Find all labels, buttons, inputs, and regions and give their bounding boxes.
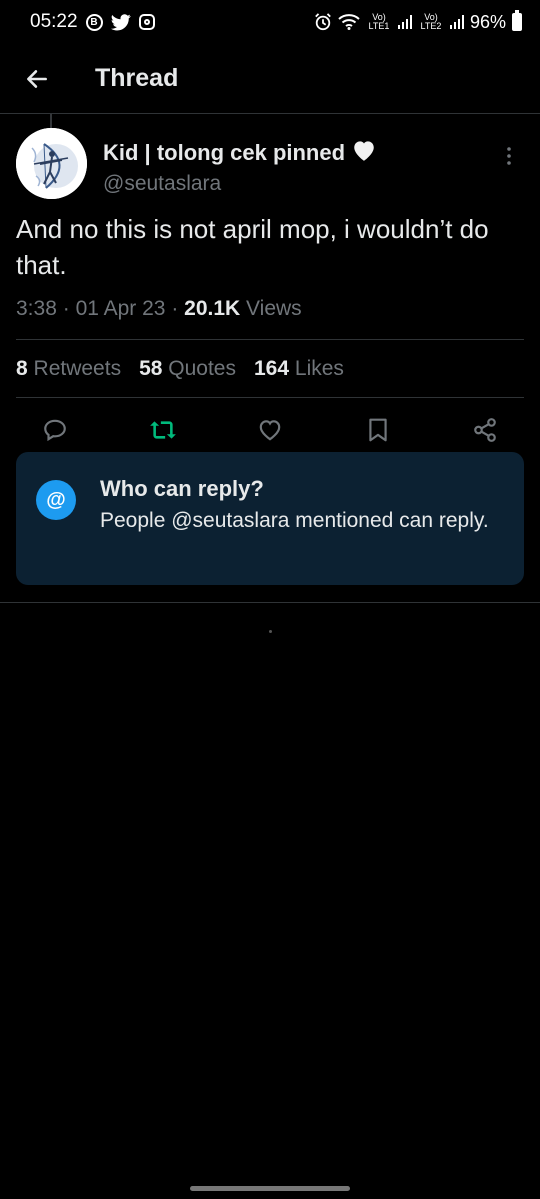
status-time: 05:22	[30, 11, 78, 32]
more-options-button[interactable]	[494, 136, 524, 176]
who-can-reply-card: @ Who can reply? People @seutaslara ment…	[16, 452, 524, 585]
avatar[interactable]	[16, 128, 87, 199]
reply-card-body: People @seutaslara mentioned can reply.	[100, 509, 489, 532]
back-button[interactable]	[17, 59, 57, 99]
lte2-label: Vo) LTE2	[420, 12, 442, 31]
quotes-count: 58	[139, 356, 163, 380]
retweets-count: 8	[16, 356, 28, 380]
bookmark-icon	[368, 418, 387, 442]
white-heart-icon	[351, 138, 377, 168]
page-title: Thread	[95, 64, 179, 92]
battery-percent: 96%	[469, 11, 506, 32]
retweet-icon	[149, 421, 176, 439]
author-display-name[interactable]: Kid | tolong cek pinned	[103, 138, 494, 168]
divider	[0, 602, 540, 603]
like-icon	[259, 420, 281, 441]
share-button[interactable]	[468, 413, 502, 447]
tweet-metadata: 3:38 · 01 Apr 23 · 20.1K Views	[16, 297, 524, 340]
tweet-text: And no this is not april mop, i wouldn’t…	[16, 214, 489, 280]
retweets-stat[interactable]: 8 Retweets	[16, 357, 121, 381]
alarm-icon	[314, 13, 332, 31]
reply-card-title: Who can reply?	[100, 476, 264, 501]
likes-stat[interactable]: 164 Likes	[254, 357, 344, 381]
wifi-icon	[338, 14, 360, 30]
vertical-dots-icon	[507, 147, 511, 165]
quotes-label: Quotes	[168, 356, 236, 380]
reply-button[interactable]	[38, 413, 72, 447]
loading-dot	[269, 630, 272, 633]
tweet-date[interactable]: 01 Apr 23	[76, 297, 166, 320]
battery-icon	[512, 10, 522, 31]
tweet-time[interactable]: 3:38	[16, 297, 57, 320]
signal-2-icon	[449, 15, 464, 29]
meta-separator: ·	[171, 297, 179, 320]
archer-avatar-image	[16, 128, 87, 199]
author-name-text: Kid | tolong cek pinned	[103, 140, 346, 165]
retweets-label: Retweets	[33, 356, 122, 380]
top-app-bar: Thread	[0, 44, 540, 114]
status-bar: 05:22 B Vo) LTE1 Vo) LTE2 96%	[0, 0, 540, 44]
likes-count: 164	[254, 356, 290, 380]
retweet-button[interactable]	[146, 413, 180, 447]
tweet-author-row: Kid | tolong cek pinned @seutaslara	[16, 128, 524, 199]
lte1-label: Vo) LTE1	[368, 12, 390, 31]
twitter-bird-icon	[110, 13, 131, 31]
instagram-icon	[138, 14, 155, 30]
share-icon	[474, 418, 496, 442]
gesture-bar[interactable]	[190, 1186, 350, 1191]
notification-b-icon: B	[85, 13, 103, 31]
like-button[interactable]	[253, 413, 287, 447]
views-count: 20.1K	[184, 297, 241, 320]
at-sign-icon: @	[36, 480, 76, 520]
quotes-stat[interactable]: 58 Quotes	[139, 357, 236, 381]
engagement-stats: 8 Retweets 58 Quotes 164 Likes	[16, 340, 524, 398]
likes-label: Likes	[294, 356, 344, 380]
bookmark-button[interactable]	[361, 413, 395, 447]
tweet: Kid | tolong cek pinned @seutaslara And …	[0, 114, 540, 462]
views-label: Views	[246, 297, 302, 320]
author-handle[interactable]: @seutaslara	[103, 172, 494, 196]
reply-icon	[44, 419, 66, 442]
signal-1-icon	[397, 15, 412, 29]
arrow-left-icon	[27, 69, 47, 88]
meta-separator: ·	[62, 297, 70, 320]
